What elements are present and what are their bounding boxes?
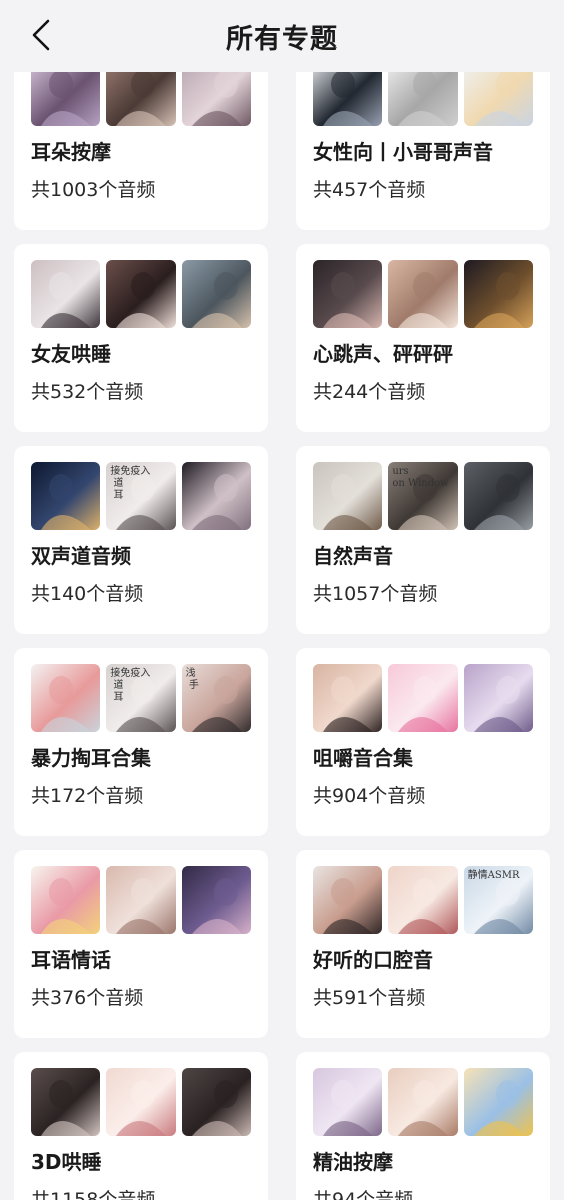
thumbnail-image: 接免疫入 道 耳 <box>106 664 176 732</box>
topic-card[interactable]: 静情ASMR 好听的口腔音 共591个音频 <box>296 850 550 1038</box>
thumbnail-row <box>31 866 251 934</box>
thumbnail-image <box>106 260 176 328</box>
audio-count: 共244个音频 <box>313 381 426 403</box>
thumbnail-image <box>31 462 101 530</box>
audio-count: 共1158个音频 <box>31 1189 156 1200</box>
page-title: 所有专题 <box>226 23 338 55</box>
topic-card[interactable]: 女友哄睡共532个音频 <box>14 244 268 432</box>
thumbnail-image <box>388 1068 458 1136</box>
chevron-left-icon <box>32 19 50 51</box>
thumbnail-image <box>31 664 101 732</box>
thumbnail-image: 静情ASMR <box>463 866 533 934</box>
thumbnail-image <box>313 866 383 934</box>
topic-card[interactable]: 耳语情话共376个音频 <box>14 850 268 1038</box>
thumbnail-row: urs on Window <box>313 462 533 530</box>
thumbnail-row: 接免疫入 道 耳 浅 手 <box>31 664 251 732</box>
topic-title: 精油按摩 <box>313 1150 393 1174</box>
topic-title: 女性向丨小哥哥声音 <box>313 140 493 164</box>
topic-title: 自然声音 <box>313 544 393 568</box>
topic-title: 暴力掏耳合集 <box>31 746 151 770</box>
audio-count: 共1057个音频 <box>313 583 438 605</box>
thumbnail-row <box>313 1068 533 1136</box>
thumbnail-row <box>313 664 533 732</box>
topic-card[interactable]: 精油按摩共94个音频 <box>296 1052 550 1200</box>
thumbnail-image <box>388 664 458 732</box>
thumbnail-image <box>313 664 383 732</box>
thumbnail-image: 浅 手 <box>181 664 251 732</box>
thumbnail-image <box>463 462 533 530</box>
audio-count: 共904个音频 <box>313 785 426 807</box>
thumbnail-caption: 接免疫入 道 耳 <box>110 466 151 501</box>
thumbnail-image <box>181 1068 251 1136</box>
topic-title: 耳语情话 <box>31 948 111 972</box>
audio-count: 共140个音频 <box>31 583 144 605</box>
topic-title: 好听的口腔音 <box>313 948 433 972</box>
topic-card[interactable]: 咀嚼音合集共904个音频 <box>296 648 550 836</box>
audio-count: 共532个音频 <box>31 381 144 403</box>
topic-card[interactable]: 心跳声、砰砰砰 共244个音频 <box>296 244 550 432</box>
thumbnail-image <box>31 866 101 934</box>
topic-title: 3D哄睡 <box>31 1150 102 1174</box>
thumbnail-image <box>463 1068 533 1136</box>
topic-title: 双声道音频 <box>31 544 131 568</box>
thumbnail-image <box>388 260 458 328</box>
thumbnail-row: 静情ASMR <box>313 866 533 934</box>
audio-count: 共94个音频 <box>313 1189 414 1200</box>
thumbnail-image <box>31 1068 101 1136</box>
audio-count: 共376个音频 <box>31 987 144 1009</box>
thumbnail-image <box>106 1068 176 1136</box>
audio-count: 共591个音频 <box>313 987 426 1009</box>
topic-title: 女友哄睡 <box>31 342 111 366</box>
thumbnail-row <box>31 260 251 328</box>
thumbnail-image <box>463 260 533 328</box>
audio-count: 共172个音频 <box>31 785 144 807</box>
audio-count: 共1003个音频 <box>31 179 156 201</box>
thumbnail-image <box>313 260 383 328</box>
thumbnail-image <box>31 260 101 328</box>
thumbnail-image: 接免疫入 道 耳 <box>106 462 176 530</box>
audio-count: 共457个音频 <box>313 179 426 201</box>
thumbnail-image <box>181 462 251 530</box>
thumbnail-caption: 接免疫入 道 耳 <box>110 668 151 703</box>
thumbnail-image <box>181 260 251 328</box>
thumbnail-image <box>106 866 176 934</box>
topic-card[interactable]: 3D哄睡共1158个音频 <box>14 1052 268 1200</box>
thumbnail-row: 接免疫入 道 耳 <box>31 462 251 530</box>
topic-title: 咀嚼音合集 <box>313 746 413 770</box>
thumbnail-row <box>313 260 533 328</box>
back-button[interactable] <box>26 16 56 54</box>
topic-card[interactable]: 接免疫入 道 耳双声道音频共140个音频 <box>14 446 268 634</box>
thumbnail-row <box>31 1068 251 1136</box>
thumbnail-image: urs on Window <box>388 462 458 530</box>
thumbnail-caption: 浅 手 <box>185 668 199 691</box>
topic-grid: 耳朵按摩共1003个音频弦 San女性向丨小哥哥声音共457个音频女友哄睡共53… <box>0 42 564 1200</box>
thumbnail-image <box>463 664 533 732</box>
topic-title: 心跳声、砰砰砰 <box>313 342 453 366</box>
thumbnail-image <box>181 866 251 934</box>
app-root: 所有专题 耳朵按摩共1003个音频弦 San女性向丨小哥哥声音共457个音频女友… <box>0 0 564 1200</box>
thumbnail-image <box>313 462 383 530</box>
thumbnail-image <box>313 1068 383 1136</box>
topic-title: 耳朵按摩 <box>31 140 111 164</box>
thumbnail-caption: urs on Window <box>392 466 449 489</box>
thumbnail-caption: 静情ASMR <box>467 870 520 881</box>
top-bar: 所有专题 <box>0 0 564 72</box>
topic-card[interactable]: 接免疫入 道 耳 浅 手暴力掏耳合集 共172个音频 <box>14 648 268 836</box>
topic-card[interactable]: urs on Window 自然声音共1057个音频 <box>296 446 550 634</box>
thumbnail-image <box>388 866 458 934</box>
